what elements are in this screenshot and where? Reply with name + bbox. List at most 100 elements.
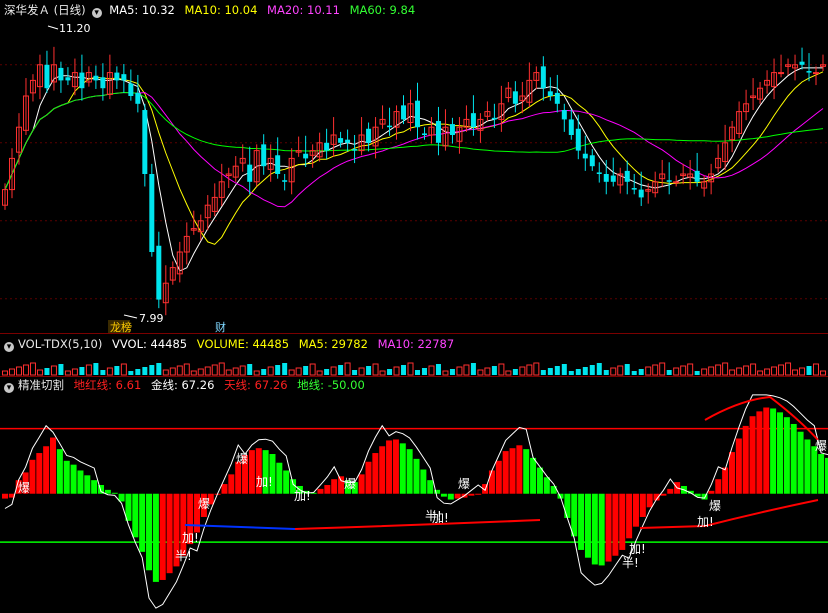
indicator-bar [790,423,797,494]
candle-body-down [366,128,372,143]
candle-body-down [121,74,127,81]
volume-bar [813,363,820,376]
indicator-name[interactable]: 精准切割 [18,378,64,392]
volume-bar [135,369,141,375]
candle-body-down [582,153,588,159]
volume-bar [190,370,197,376]
volume-bar [169,367,176,376]
volume-bar [309,363,316,376]
moving-average-lines [4,67,824,272]
indicator-bar [523,449,530,494]
candle-body-down [799,61,805,65]
volume-bar [58,364,64,375]
volume-bar [477,369,484,376]
indicator-bar [509,448,516,494]
volume-bar [596,363,602,375]
signal-marker: 加! [256,475,273,489]
ma5-value: MA5: 10.32 [109,3,175,17]
candle-body-down [387,125,393,128]
volume-bar [387,369,393,375]
candle-body-down [421,133,427,135]
jin-value: 金线: 67.26 [150,378,215,392]
candle-body-down [261,144,267,167]
low-price-label: 7.99 [139,312,164,325]
volume-bar [93,363,99,375]
ma60-line [4,91,824,190]
volume-bar [435,364,441,375]
volume-bar [715,364,722,376]
indicator-bar [372,453,379,494]
indicator-bar [84,475,91,494]
indicator-bar [77,470,84,494]
volume-bar [149,365,155,375]
volume-bar [722,362,729,376]
candle-body-down [666,180,672,182]
volume-bar [764,368,771,376]
indicator-bar [804,439,811,494]
candle-body-down [638,189,644,198]
indicator-bar [735,438,742,494]
indicator-bar [584,493,591,558]
volume-indicator-name[interactable]: VOL-TDX(5,10) [18,337,102,351]
volume-bar [183,363,190,376]
volume-bar [694,371,700,375]
volume-bar [36,369,43,376]
vol-ma5-value: MA5: 29782 [298,337,368,351]
volume-bar [247,364,253,375]
indicator-bar [413,458,420,494]
candle-body-down [142,110,148,174]
candle-body-down [596,172,602,174]
volume-bar [352,370,358,375]
indicator-bar [612,493,619,556]
volume-bar [232,367,239,376]
indicator-bar [331,479,338,494]
volume-bar [2,370,8,376]
indicator-bar [159,493,166,580]
volume-bar [687,363,694,376]
dragon-tiger-badge[interactable]: 龙榜 [110,320,132,334]
volume-bar [785,362,792,376]
candle-body-up [778,72,785,75]
volume-bar [79,367,85,375]
settings-circle-icon[interactable]: ▾ [4,342,14,352]
volume-bar [162,369,169,376]
indicator-bar [420,469,427,494]
volume-bar [366,366,372,375]
volume-bar [358,367,365,376]
indicator-bar [536,467,543,494]
volume-bar [729,369,736,376]
indicator-bar [392,439,399,494]
indicator-bar [564,493,571,518]
indicator-bar [228,474,235,494]
volume-bar [582,367,588,375]
volume-bar [128,371,134,375]
settings-circle-icon[interactable]: ▾ [4,383,14,393]
indicator-bar [399,443,406,494]
indicator-bar [447,493,454,500]
candle-body-down [275,155,281,174]
indicator-bar [591,493,598,565]
stock-title[interactable]: 深华发Ａ (日线) [4,3,86,17]
panel-divider [0,333,828,334]
candle-body-down [149,174,155,252]
candle-body-down [93,75,99,81]
indicator-bar [324,485,331,494]
indicator-bar [386,440,393,494]
candle-body-down [58,67,64,81]
indicator-bar [783,417,790,494]
settings-circle-icon[interactable]: ▾ [91,8,102,18]
candle-body-down [135,92,141,104]
volume-bar [85,364,92,376]
volume-bar [652,364,659,376]
finance-badge[interactable]: 财 [215,320,226,334]
indicator-bar [358,474,365,494]
volume-bar [736,367,743,376]
volume-bar [330,366,337,376]
volume-bar [142,367,148,375]
candle-body-down [65,77,71,81]
volume-bar [456,366,463,376]
volume-bar [44,368,50,375]
ma10-value: MA10: 10.04 [184,3,258,17]
candle-body-down [114,72,120,81]
volume-bar [372,363,379,376]
